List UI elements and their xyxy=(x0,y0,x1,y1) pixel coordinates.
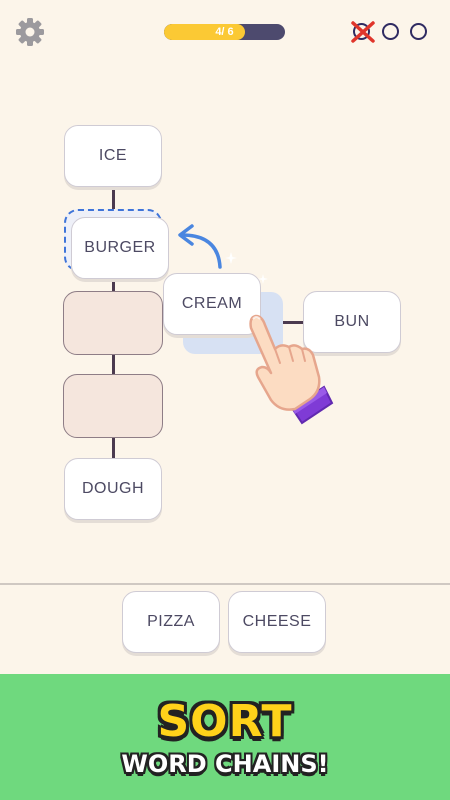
banner-title: SORT xyxy=(157,696,293,747)
word-card-ice[interactable]: ICE xyxy=(64,125,162,187)
sparkle-icon xyxy=(225,252,268,284)
level-progress-bar: 4/ 6 xyxy=(164,24,285,40)
gear-icon xyxy=(16,18,44,46)
tray-card-cheese[interactable]: CHEESE xyxy=(228,591,326,653)
word-card-dough[interactable]: DOUGH xyxy=(64,458,162,520)
lost-life-x-icon xyxy=(351,21,375,43)
progress-label: 4/ 6 xyxy=(215,26,234,38)
empty-slot[interactable] xyxy=(63,374,163,438)
pointing-hand-icon xyxy=(249,314,334,425)
life-remaining xyxy=(410,23,427,40)
word-card-burger[interactable]: BURGER xyxy=(71,217,169,279)
life-remaining xyxy=(382,23,399,40)
empty-slot[interactable] xyxy=(63,291,163,355)
lives-indicator xyxy=(350,20,432,44)
settings-button[interactable] xyxy=(14,16,46,48)
tray-divider xyxy=(0,583,450,585)
tray-card-pizza[interactable]: PIZZA xyxy=(122,591,220,653)
promo-banner: SORT WORD CHAINS! xyxy=(0,674,450,800)
banner-subtitle: WORD CHAINS! xyxy=(121,750,329,778)
